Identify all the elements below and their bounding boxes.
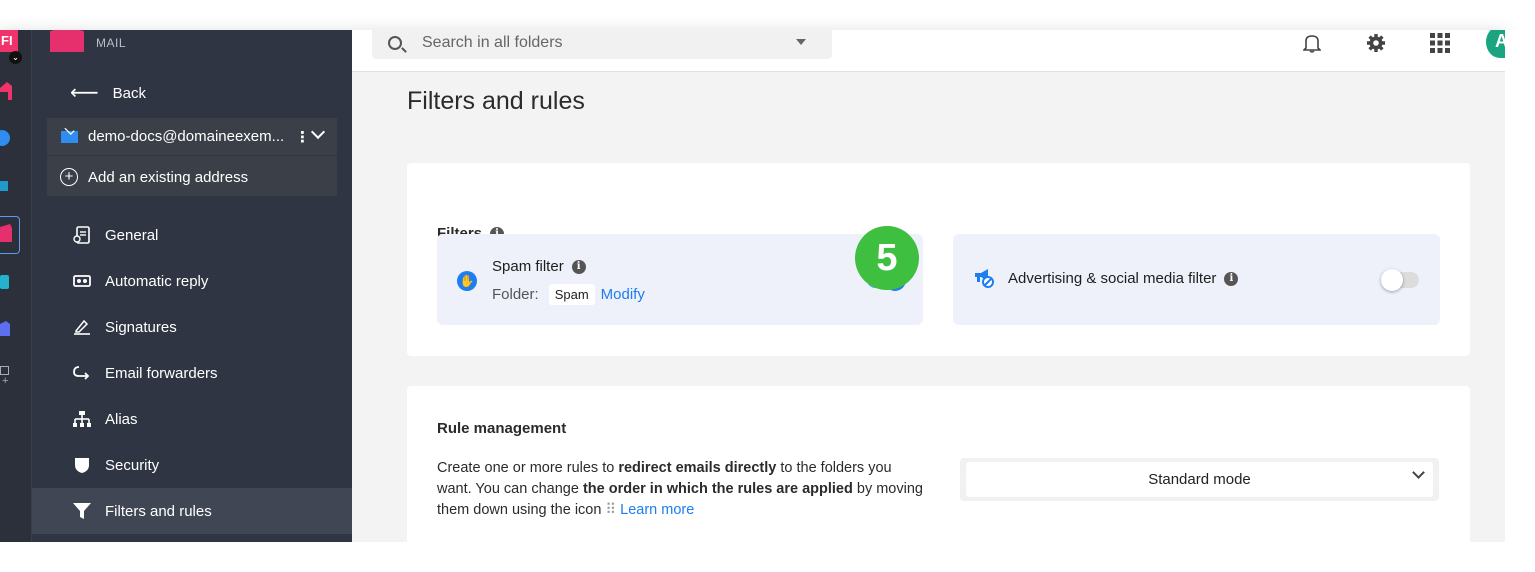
account-selector: demo-docs@domaineexem... ⋮ + Add an exis… [47,118,337,196]
app-rail: FI ⌄ + [0,30,32,542]
meet-app-icon[interactable] [0,273,12,291]
spam-folder-chip: Spam [548,284,595,305]
mail-logo-icon [50,30,84,52]
topbar: Search in all folders A [352,30,1505,72]
plus-circle-icon: + [60,168,78,186]
shield-icon [72,455,92,475]
sidebar-item-security[interactable]: Security [32,442,352,488]
page-title: Filters and rules [407,87,585,115]
back-button[interactable]: ⟵ Back [70,82,146,104]
drive-app-icon[interactable] [0,129,12,147]
workspace-caret-icon[interactable]: ⌄ [9,51,22,64]
ads-filter-box: Advertising & social media filter i [953,234,1440,325]
brand[interactable]: infomaniak MAIL [50,30,180,52]
settings-doc-icon [72,225,92,245]
ads-filter-toggle[interactable] [1381,269,1419,291]
sidebar-item-alias[interactable]: Alias [32,396,352,442]
frame-right [1505,30,1535,542]
chevron-down-icon[interactable] [310,124,326,140]
toggle-knob [1381,269,1403,291]
vacation-icon [72,271,92,291]
search-icon [388,35,402,50]
filter-icon [72,501,92,521]
add-address-button[interactable]: + Add an existing address [47,158,337,196]
signature-icon [72,317,92,337]
add-app-icon[interactable] [0,366,9,375]
drag-handle-icon: ⠿ [605,502,617,518]
workspace-badge[interactable]: FI ⌄ [0,30,22,64]
account-address: demo-docs@domaineexem... [88,128,285,145]
search-options-caret-icon[interactable] [796,39,806,45]
sidebar-item-signatures[interactable]: Signatures [32,304,352,350]
envelope-icon [61,130,78,143]
hand-stop-icon: ✋ [457,271,477,291]
filters-card: Filters i ✋ Spam filter i Folder: Spam M… [407,163,1470,356]
calendar-app-icon[interactable] [0,320,12,338]
search-input[interactable]: Search in all folders [372,30,832,59]
add-app-plus-icon[interactable]: + [2,375,8,387]
modify-folder-link[interactable]: Modify [601,286,645,303]
megaphone-blocked-icon [973,267,995,289]
gear-icon[interactable] [1364,32,1388,54]
account-row[interactable]: demo-docs@domaineexem... ⋮ [47,118,337,156]
forward-icon [72,363,92,383]
search-placeholder: Search in all folders [422,33,563,51]
mode-select-value: Standard mode [966,462,1433,497]
sidebar-item-general[interactable]: General [32,212,352,258]
home-app-icon[interactable] [0,80,14,100]
sidebar-item-automatic-reply[interactable]: Automatic reply [32,258,352,304]
learn-more-link[interactable]: Learn more [620,502,694,518]
bell-icon[interactable] [1300,32,1324,54]
spam-folder-row: Folder: Spam Modify [492,284,645,305]
ads-filter-title: Advertising & social media filter i [1008,270,1239,287]
mode-select[interactable]: Standard mode [960,458,1439,501]
more-vertical-icon[interactable]: ⋮ [295,128,310,146]
arrow-left-icon: ⟵ [70,82,99,104]
alias-icon [72,409,92,429]
settings-sidebar: infomaniak MAIL ⟵ Back demo-docs@domaine… [32,30,352,542]
spam-info-icon[interactable]: i [571,259,586,274]
brand-sub: MAIL [96,36,127,50]
ads-info-icon[interactable]: i [1224,271,1239,286]
settings-nav: General Automatic reply Signatures Email… [32,212,352,534]
sidebar-item-email-forwarders[interactable]: Email forwarders [32,350,352,396]
apps-grid-icon[interactable] [1428,32,1452,54]
spam-filter-title: Spam filter i [492,258,586,275]
rules-description: Create one or more rules to redirect ema… [437,460,923,518]
mail-app-icon[interactable] [0,224,14,244]
spam-filter-box: ✋ Spam filter i Folder: Spam Modify [437,234,923,325]
avatar[interactable]: A [1486,30,1505,58]
frame-bottom [0,542,1535,572]
step-badge: 5 [855,226,919,290]
rules-section-title: Rule management [437,420,567,437]
kdrive-app-icon[interactable] [0,178,10,194]
sidebar-item-filters-and-rules[interactable]: Filters and rules [32,488,352,534]
